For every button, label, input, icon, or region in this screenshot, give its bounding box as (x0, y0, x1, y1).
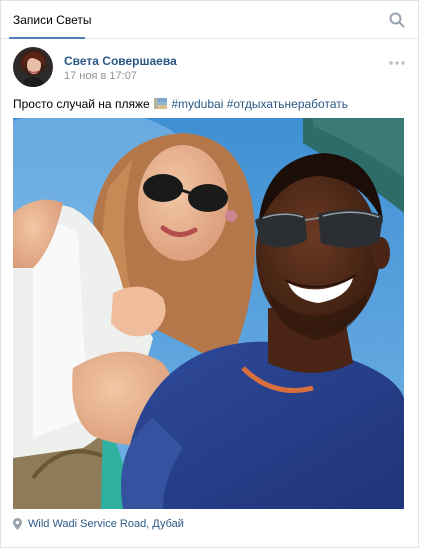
tab-user-posts[interactable]: Записи Светы (1, 1, 103, 38)
avatar[interactable] (13, 47, 53, 87)
post-location-link[interactable]: Wild Wadi Service Road, Дубай (13, 516, 184, 532)
wall-header: Записи Светы (1, 1, 418, 39)
more-options-icon[interactable] (388, 59, 406, 67)
post-photo[interactable] (13, 118, 404, 509)
uae-flag-icon (153, 98, 167, 109)
post-photo-image (13, 118, 404, 509)
map-pin-icon (13, 518, 22, 530)
post-author-link[interactable]: Света Совершаева (64, 54, 177, 68)
search-icon[interactable] (388, 11, 406, 29)
post-text: Просто случай на пляже #mydubai #отдыхат… (13, 96, 408, 112)
hashtag-link[interactable]: #отдыхатьнеработать (227, 97, 348, 111)
tab-user-posts-label: Записи Светы (13, 12, 92, 27)
post-text-body: Просто случай на пляже (13, 97, 150, 111)
tab-active-indicator (9, 37, 85, 39)
hashtag-link[interactable]: #mydubai (171, 97, 223, 111)
avatar-photo (13, 47, 53, 87)
wall-panel: Записи Светы Света Совершаева 17 ноя в 1… (0, 0, 419, 548)
post-header: Света Совершаева 17 ноя в 17:07 (13, 47, 408, 91)
post-date-link[interactable]: 17 ноя в 17:07 (64, 70, 137, 82)
post-location-label: Wild Wadi Service Road, Дубай (28, 518, 184, 530)
